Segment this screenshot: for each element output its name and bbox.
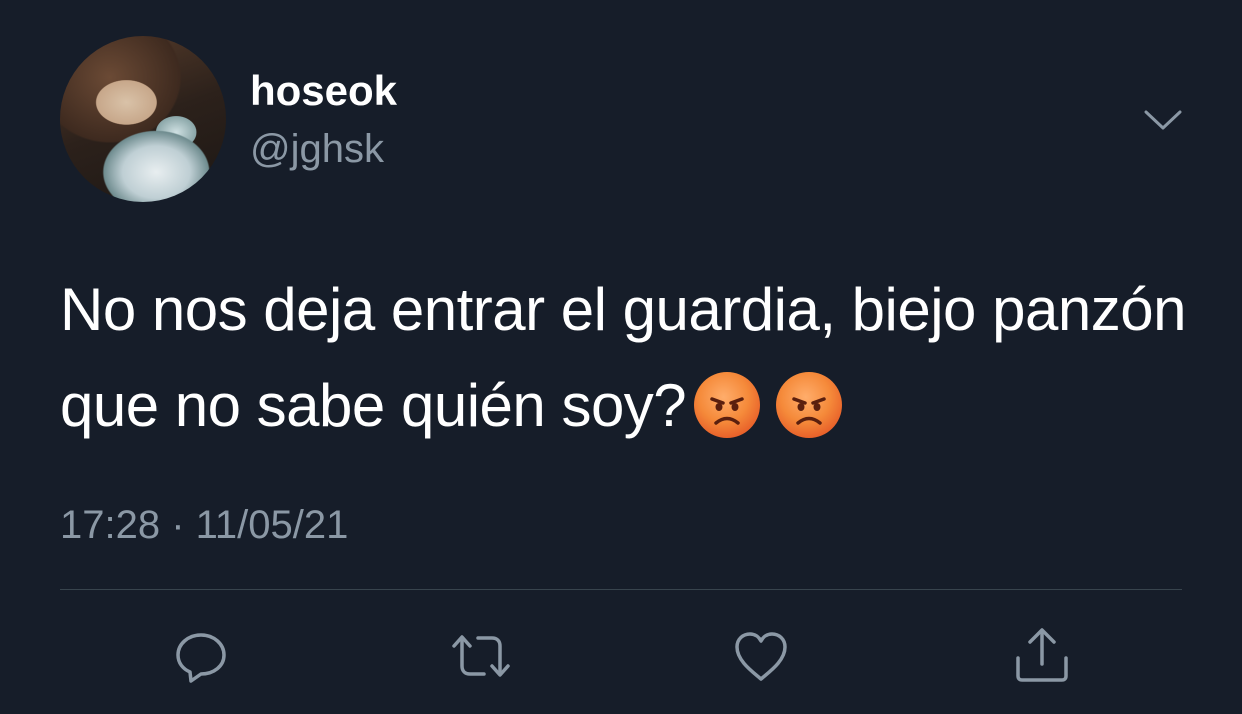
pouting-face-emoji (776, 372, 843, 438)
divider (60, 589, 1182, 590)
reply-button[interactable] (171, 626, 231, 686)
share-button[interactable] (1012, 626, 1072, 686)
retweet-button[interactable] (451, 626, 511, 686)
heart-icon (735, 632, 787, 681)
share-upload-icon (1016, 628, 1068, 682)
tweet-timestamp[interactable]: 17:28 · 11/05/21 (60, 500, 348, 550)
pouting-face-emoji (694, 372, 761, 438)
like-button[interactable] (731, 626, 791, 686)
tweet-body: No nos deja entrar el guardia, biejo pan… (60, 276, 1186, 439)
display-name[interactable]: hoseok (250, 66, 397, 116)
user-handle[interactable]: @jghsk (250, 125, 384, 173)
retweet-arrows-icon (452, 635, 510, 677)
speech-bubble-icon (176, 633, 226, 683)
tweet-text: No nos deja entrar el guardia, biejo pan… (60, 262, 1200, 454)
avatar[interactable] (60, 36, 226, 202)
chevron-down-icon[interactable] (1142, 104, 1184, 134)
